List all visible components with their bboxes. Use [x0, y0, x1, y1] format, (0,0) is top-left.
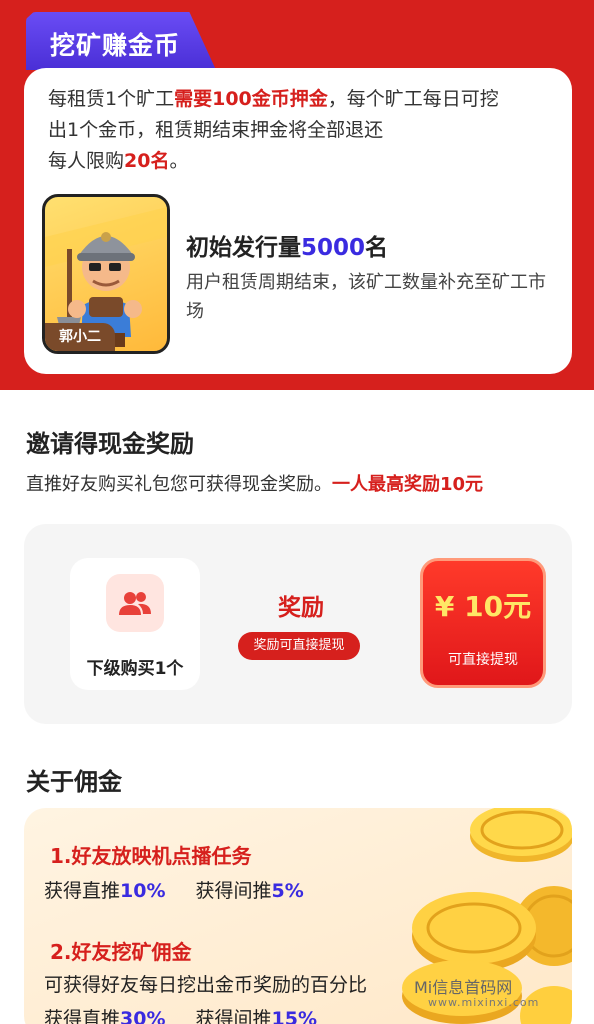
invite-section-title: 邀请得现金奖励	[26, 430, 194, 458]
desc-text: 每人限购	[48, 150, 125, 172]
watermark-url: www.mixinxi.com	[428, 996, 540, 1009]
issue-unit: 名	[365, 235, 389, 261]
commission-item-2-desc: 可获得好友每日挖出金币奖励的百分比	[44, 974, 368, 996]
mining-section: 挖矿赚金币 每租赁1个旷工需要100金币押金，每个旷工每日可挖 出1个金币，租赁…	[0, 0, 594, 390]
mining-card: 每租赁1个旷工需要100金币押金，每个旷工每日可挖 出1个金币，租赁期结束押金将…	[24, 68, 572, 374]
miner-avatar: 郭小二	[42, 194, 170, 354]
desc-text: 。	[169, 150, 189, 172]
commission-item-1-rates: 获得直推10% 获得间推5%	[44, 876, 304, 903]
level-card: 下级购买1个	[70, 558, 200, 690]
users-icon	[106, 574, 164, 632]
commission-section-title: 关于佣金	[26, 768, 122, 796]
direct-rate: 30%	[120, 1008, 166, 1024]
watermark: Mi信息首码网	[414, 978, 513, 997]
desc-text: 每租赁1个旷工	[48, 88, 175, 110]
initial-issue-line: 初始发行量5000名	[186, 228, 388, 262]
mining-description: 每租赁1个旷工需要100金币押金，每个旷工每日可挖 出1个金币，租赁期结束押金将…	[48, 84, 558, 177]
issue-count: 5000	[301, 235, 366, 261]
reward-pill: 奖励可直接提现	[238, 632, 360, 660]
reward-panel: 下级购买1个 奖励 奖励可直接提现 ¥ 10元 可直接提现	[24, 524, 572, 724]
reward-amount: ¥ 10元	[434, 590, 532, 623]
commission-item-2-rates: 获得直推30% 获得间推15%	[44, 1004, 317, 1024]
issue-subtext: 用户租赁周期结束，该矿工数量补充至矿工市场	[186, 272, 546, 322]
deposit-highlight: 需要100金币押金	[174, 88, 328, 110]
desc-text: 出1个金币，租赁期结束押金将全部退还	[48, 119, 384, 141]
issue-label: 初始发行量	[186, 235, 301, 261]
desc-text: ，每个旷工每日可挖	[327, 88, 499, 110]
direct-label: 获得直推	[44, 1008, 121, 1024]
level-text: 下级购买1个	[86, 659, 184, 679]
reward-label: 奖励	[278, 595, 324, 621]
limit-highlight: 20名	[124, 150, 170, 172]
invite-desc-text: 直推好友购买礼包您可获得现金奖励。	[26, 474, 332, 495]
indirect-label: 获得间推	[195, 1008, 272, 1024]
indirect-label: 获得间推	[195, 880, 272, 902]
invite-description: 直推好友购买礼包您可获得现金奖励。一人最高奖励10元	[26, 470, 586, 496]
mining-tab: 挖矿赚金币	[26, 12, 216, 70]
direct-label: 获得直推	[44, 880, 121, 902]
mining-tab-title: 挖矿赚金币	[50, 31, 181, 60]
miner-name-badge: 郭小二	[45, 323, 115, 351]
indirect-rate: 5%	[271, 880, 304, 902]
commission-item-2-title: 2.好友挖矿佣金	[50, 940, 192, 964]
reward-amount-card[interactable]: ¥ 10元 可直接提现	[420, 558, 546, 688]
withdraw-note: 可直接提现	[448, 652, 518, 668]
commission-item-1-title: 1.好友放映机点播任务	[50, 844, 252, 868]
direct-rate: 10%	[120, 880, 166, 902]
indirect-rate: 15%	[271, 1008, 317, 1024]
max-reward-highlight: 一人最高奖励10元	[332, 474, 484, 495]
